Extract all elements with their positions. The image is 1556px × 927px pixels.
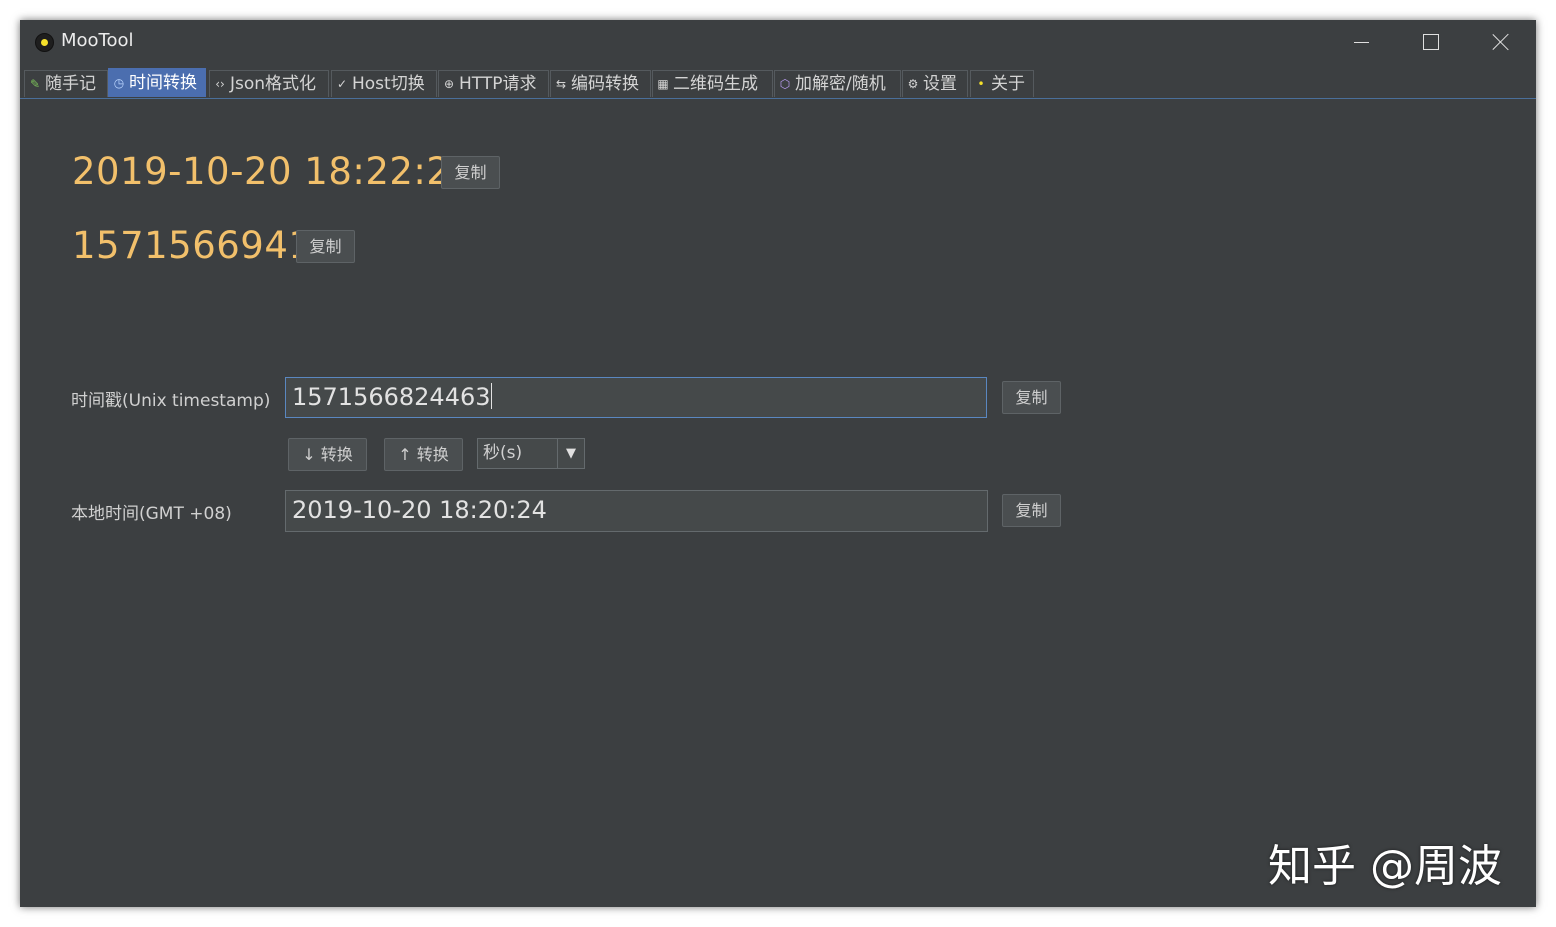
tab-http-request[interactable]: ⊕ HTTP请求	[438, 70, 549, 97]
title-bar: MooTool	[20, 20, 1536, 64]
copy-local-time-button[interactable]: 复制	[1002, 494, 1061, 527]
current-datetime: 2019-10-20 18:22:21	[72, 150, 475, 193]
convert-up-button[interactable]: ↑ 转换	[384, 438, 463, 471]
local-time-label: 本地时间(GMT +08)	[71, 504, 232, 524]
tab-json-format[interactable]: ‹› Json格式化	[209, 70, 329, 97]
gear-icon: ⚙	[907, 77, 919, 91]
cube-icon: ⬡	[779, 77, 791, 91]
tab-crypto-random[interactable]: ⬡ 加解密/随机	[774, 70, 901, 97]
tab-bar: ✎ 随手记 ◷ 时间转换 ‹› Json格式化 ✓ Host切换 ⊕ HTTP请求 ⇆ 编码…	[20, 68, 1536, 99]
check-icon: ✓	[336, 77, 348, 91]
copy-timestamp-input-button[interactable]: 复制	[1002, 381, 1061, 414]
convert-down-button[interactable]: ↓ 转换	[288, 438, 367, 471]
code-brackets-icon: ‹›	[215, 77, 225, 91]
tab-about[interactable]: • 关于	[970, 70, 1034, 97]
tab-host-switch[interactable]: ✓ Host切换	[331, 70, 437, 97]
qrcode-icon: ▦	[657, 77, 669, 91]
dropdown-arrow-icon[interactable]: ▼	[557, 439, 584, 468]
clock-icon: ◷	[113, 76, 125, 90]
copy-datetime-button[interactable]: 复制	[441, 156, 500, 189]
text-caret	[490, 383, 492, 409]
timestamp-label: 时间戳(Unix timestamp)	[71, 391, 271, 411]
tab-notes[interactable]: ✎ 随手记	[24, 70, 108, 97]
timestamp-input-value: 1571566824463	[292, 383, 491, 411]
maximize-icon	[1423, 34, 1439, 50]
minimize-icon	[1354, 42, 1369, 43]
close-button[interactable]	[1466, 20, 1536, 64]
unit-select[interactable]: 秒(s) ▼	[477, 438, 585, 469]
tab-encoding[interactable]: ⇆ 编码转换	[550, 70, 651, 97]
tab-qrcode[interactable]: ▦ 二维码生成	[652, 70, 773, 97]
pencil-icon: ✎	[29, 77, 41, 91]
current-timestamp: 1571566941	[72, 224, 313, 267]
globe-icon: ⊕	[443, 77, 455, 91]
swap-arrows-icon: ⇆	[555, 77, 567, 91]
mootool-logo-icon	[35, 33, 54, 52]
local-time-input[interactable]: 2019-10-20 18:20:24	[285, 490, 988, 532]
local-time-value: 2019-10-20 18:20:24	[292, 496, 547, 524]
app-window: MooTool ✎ 随手记 ◷ 时间转换 ‹› Json格式化 ✓ Host切换 ⊕ HT…	[20, 20, 1536, 907]
watermark: 知乎 @周波	[1268, 841, 1502, 892]
maximize-button[interactable]	[1396, 20, 1466, 64]
copy-timestamp-button[interactable]: 复制	[296, 230, 355, 263]
unit-select-value: 秒(s)	[483, 443, 523, 463]
close-icon	[1492, 33, 1510, 51]
tab-time-convert[interactable]: ◷ 时间转换	[108, 68, 206, 97]
tab-settings[interactable]: ⚙ 设置	[902, 70, 968, 97]
minimize-button[interactable]	[1326, 20, 1396, 64]
timestamp-input[interactable]: 1571566824463	[285, 377, 987, 418]
info-dot-icon: •	[977, 77, 985, 91]
window-title: MooTool	[61, 30, 134, 51]
